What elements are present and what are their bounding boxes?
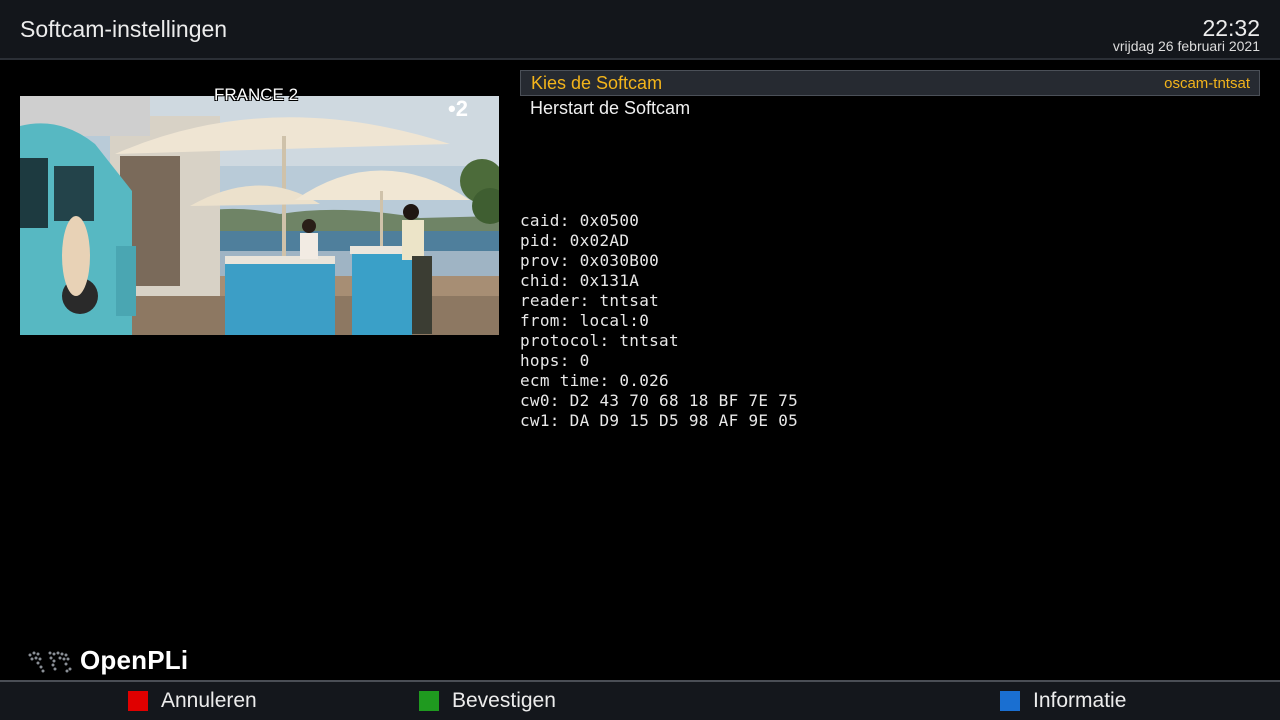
ecm-line-hops: hops: 0	[520, 351, 590, 370]
red-button-icon	[128, 691, 148, 711]
ecm-line-reader: reader: tntsat	[520, 291, 660, 310]
preview-scene-image	[20, 96, 499, 335]
header-divider	[0, 58, 1280, 60]
green-key-confirm[interactable]: Bevestigen	[419, 687, 556, 715]
color-key-bar: Annuleren Bevestigen Informatie	[0, 682, 1280, 720]
green-key-label: Bevestigen	[452, 689, 556, 712]
red-key-cancel[interactable]: Annuleren	[128, 687, 257, 715]
ecm-line-prov: prov: 0x030B00	[520, 251, 660, 270]
header-bar: Softcam-instellingen 22:32 vrijdag 26 fe…	[0, 0, 1280, 58]
date-label: vrijdag 26 februari 2021	[1112, 38, 1260, 54]
ecm-info-panel: caid: 0x0500 pid: 0x02AD prov: 0x030B00 …	[520, 211, 798, 431]
blue-button-icon	[1000, 691, 1020, 711]
softcam-menu: Kies de Softcam oscam-tntsat Herstart de…	[520, 70, 1260, 122]
red-key-label: Annuleren	[161, 689, 257, 712]
brand-name: OpenPLi	[80, 645, 189, 675]
world-map-icon	[28, 651, 72, 673]
blue-key-info[interactable]: Informatie	[1000, 687, 1126, 715]
ecm-line-cw1: cw1: DA D9 15 D5 98 AF 9E 05	[520, 411, 799, 430]
green-button-icon	[419, 691, 439, 711]
ecm-line-cw0: cw0: D2 43 70 68 18 BF 7E 75	[520, 391, 799, 410]
menu-item-value: oscam-tntsat	[1164, 75, 1250, 92]
ecm-line-caid: caid: 0x0500	[520, 211, 640, 230]
page-title: Softcam-instellingen	[20, 16, 228, 42]
ecm-line-protocol: protocol: tntsat	[520, 331, 679, 350]
menu-item-restart-softcam[interactable]: Herstart de Softcam	[520, 96, 1260, 122]
ecm-line-pid: pid: 0x02AD	[520, 231, 630, 250]
blue-key-label: Informatie	[1033, 689, 1127, 712]
menu-item-label: Herstart de Softcam	[530, 98, 691, 118]
channel-name: FRANCE 2	[214, 85, 299, 104]
menu-item-select-softcam[interactable]: Kies de Softcam oscam-tntsat	[520, 70, 1260, 96]
menu-item-label: Kies de Softcam	[531, 73, 663, 93]
softcam-settings-screen: Softcam-instellingen 22:32 vrijdag 26 fe…	[0, 0, 1280, 720]
ecm-line-from: from: local:0	[520, 311, 650, 330]
tv-preview	[20, 96, 499, 335]
channel-logo: •2	[448, 96, 468, 121]
ecm-line-ecm-time: ecm time: 0.026	[520, 371, 669, 390]
ecm-line-chid: chid: 0x131A	[520, 271, 640, 290]
